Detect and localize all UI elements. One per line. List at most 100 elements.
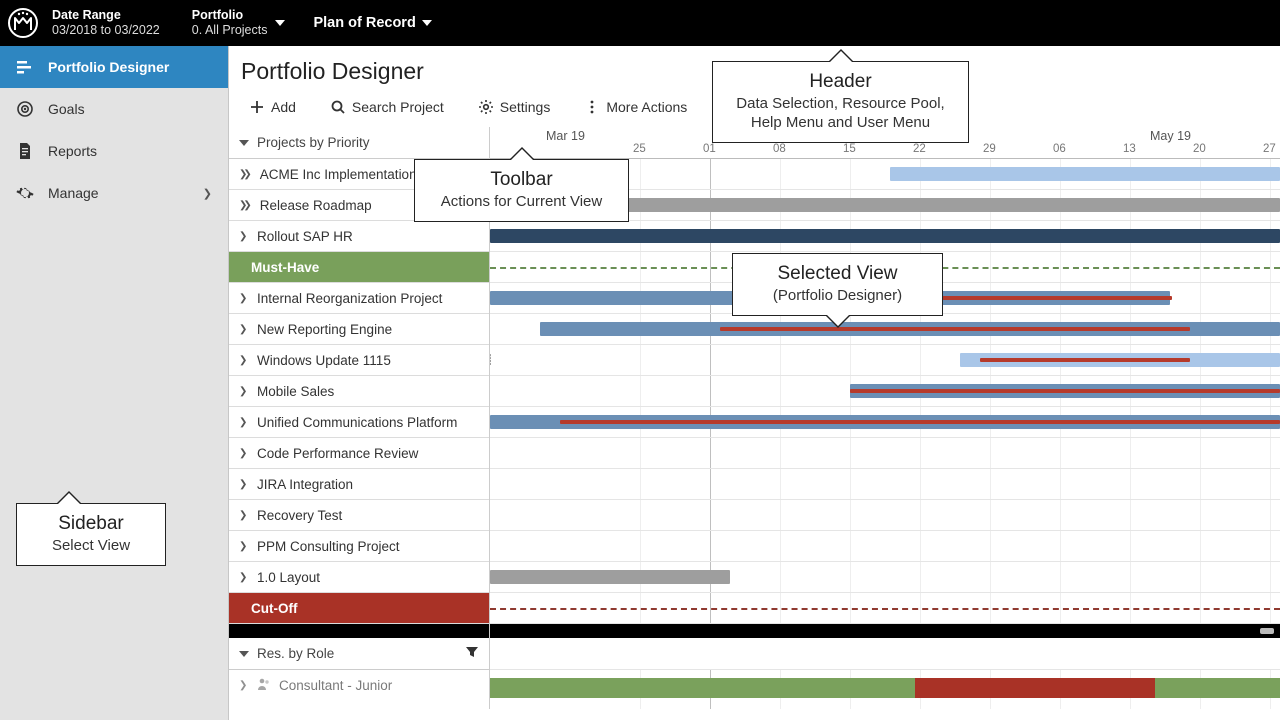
search-icon — [330, 99, 346, 115]
more-actions-button[interactable]: More Actions — [584, 99, 687, 115]
scenario-label: Plan of Record — [313, 15, 415, 31]
gantt-overrun-bar[interactable] — [980, 358, 1190, 362]
callout-selected-view: .callout[data-name="callout-selected-vie… — [732, 253, 943, 316]
tick-label: 27 — [1263, 143, 1276, 155]
sidebar-item-label: Reports — [48, 143, 97, 159]
chevron-right-icon: ❯ — [239, 231, 249, 242]
tick-label: 22 — [913, 143, 926, 155]
callout-subtitle: Actions for Current View — [433, 192, 610, 211]
chevron-right-icon: ❯ — [239, 386, 249, 397]
project-row[interactable]: ❯ Recovery Test — [229, 500, 489, 531]
callout-subtitle: (Portfolio Designer) — [751, 286, 924, 305]
callout-pointer-icon — [828, 49, 854, 62]
chevron-right-icon: ❯ — [239, 293, 249, 304]
toolbar-label: Search Project — [352, 99, 444, 115]
gear-icon — [478, 99, 494, 115]
row-label: Cut-Off — [251, 601, 297, 616]
group-header-projects[interactable]: Projects by Priority — [229, 127, 489, 159]
sidebar-item-label: Goals — [48, 101, 85, 117]
toolbar-label: More Actions — [606, 99, 687, 115]
sidebar-item-portfolio-designer[interactable]: Portfolio Designer — [0, 46, 228, 88]
add-button[interactable]: Add — [249, 99, 296, 115]
gantt-bar[interactable] — [490, 570, 730, 584]
section-cut-off[interactable]: Cut-Off — [229, 593, 489, 624]
tick-label: 08 — [773, 143, 786, 155]
project-row[interactable]: ❯Unified Communications Platform — [229, 407, 489, 438]
callout-pointer-icon — [56, 491, 82, 504]
project-row[interactable]: ❯Mobile Sales — [229, 376, 489, 407]
row-label: Must-Have — [251, 260, 319, 275]
utilization-bar[interactable] — [1155, 678, 1280, 698]
scenario-selector[interactable]: Plan of Record — [313, 15, 431, 31]
gantt-bar[interactable] — [490, 229, 1280, 243]
project-row[interactable]: ❯Internal Reorganization Project — [229, 283, 489, 314]
chevron-right-icon: ❯ — [239, 510, 249, 521]
sidebar: Portfolio Designer Goals Reports Manage … — [0, 46, 229, 720]
search-project-button[interactable]: Search Project — [330, 99, 444, 115]
expand-all-icon: ❯❯ — [239, 169, 248, 180]
chevron-right-icon: ❯ — [239, 324, 249, 335]
row-label: Code Performance Review — [257, 446, 418, 461]
sidebar-item-goals[interactable]: Goals — [0, 88, 228, 130]
callout-title: Toolbar — [433, 168, 610, 192]
month-label: May 19 — [1150, 129, 1191, 143]
tick-label: 25 — [633, 143, 646, 155]
gantt-bar[interactable] — [890, 167, 1280, 181]
callout-header: Header Data Selection, Resource Pool, He… — [712, 61, 969, 143]
row-label: Windows Update 1115 — [257, 353, 391, 368]
resource-row[interactable]: ❯ Consultant - Junior — [229, 670, 489, 701]
callout-title: Selected View — [751, 262, 924, 286]
project-row[interactable]: ❯1.0 Layout — [229, 562, 489, 593]
row-label: ACME Inc Implementation — [260, 167, 417, 182]
utilization-bar[interactable] — [490, 678, 915, 698]
row-label: New Reporting Engine — [257, 322, 392, 337]
document-icon — [16, 142, 34, 160]
chevron-down-icon — [422, 20, 432, 26]
project-row[interactable]: ❯PPM Consulting Project — [229, 531, 489, 562]
filter-icon[interactable] — [465, 645, 479, 662]
app-header: Date Range 03/2018 to 03/2022 Portfolio … — [0, 0, 1280, 46]
chevron-right-icon: ❯ — [239, 417, 249, 428]
project-row[interactable]: ❯ New Reporting Engine — [229, 314, 489, 345]
portfolio-selector[interactable]: Portfolio 0. All Projects — [192, 8, 268, 38]
project-row[interactable]: ❯Windows Update 1115 — [229, 345, 489, 376]
row-label: Recovery Test — [257, 508, 342, 523]
gantt-overrun-bar[interactable] — [560, 420, 1280, 424]
settings-button[interactable]: Settings — [478, 99, 551, 115]
more-vertical-icon — [584, 99, 600, 115]
callout-sidebar: Sidebar Select View — [16, 503, 166, 566]
chevron-right-icon: ❯ — [239, 479, 249, 490]
group-label: Res. by Role — [257, 646, 334, 661]
gantt-overrun-bar[interactable] — [850, 389, 1280, 393]
target-icon — [16, 100, 34, 118]
group-label: Projects by Priority — [257, 135, 370, 150]
callout-pointer-icon — [509, 147, 535, 160]
project-row[interactable]: ❯Code Performance Review — [229, 438, 489, 469]
gantt-icon — [16, 58, 34, 76]
splitter-handle[interactable]: ┋ — [490, 359, 491, 371]
utilization-bar[interactable] — [915, 678, 1155, 698]
callout-subtitle: Data Selection, Resource Pool, — [731, 94, 950, 113]
date-range-selector[interactable]: Date Range 03/2018 to 03/2022 — [52, 8, 160, 38]
callout-subtitle: Help Menu and User Menu — [731, 113, 950, 132]
project-row[interactable]: ❯JIRA Integration — [229, 469, 489, 500]
row-label: PPM Consulting Project — [257, 539, 400, 554]
section-must-have[interactable]: Must-Have — [229, 252, 489, 283]
tick-label: 13 — [1123, 143, 1136, 155]
sidebar-item-reports[interactable]: Reports — [0, 130, 228, 172]
chevron-right-icon: ❯ — [239, 572, 249, 583]
callout-subtitle: Select View — [35, 536, 147, 555]
date-range-value: 03/2018 to 03/2022 — [52, 23, 160, 38]
gantt-overrun-bar[interactable] — [720, 327, 1190, 331]
sidebar-item-label: Portfolio Designer — [48, 59, 169, 75]
chevron-down-icon — [275, 20, 285, 26]
date-range-label: Date Range — [52, 8, 160, 23]
project-row[interactable]: ❯Rollout SAP HR — [229, 221, 489, 252]
sidebar-item-manage[interactable]: Manage ❯ — [0, 172, 228, 214]
group-header-resources[interactable]: Res. by Role — [229, 638, 489, 670]
tick-label: 29 — [983, 143, 996, 155]
tick-label: 06 — [1053, 143, 1066, 155]
cut-off-line — [490, 608, 1280, 610]
portfolio-label: Portfolio — [192, 8, 268, 23]
app-logo[interactable] — [0, 0, 46, 46]
